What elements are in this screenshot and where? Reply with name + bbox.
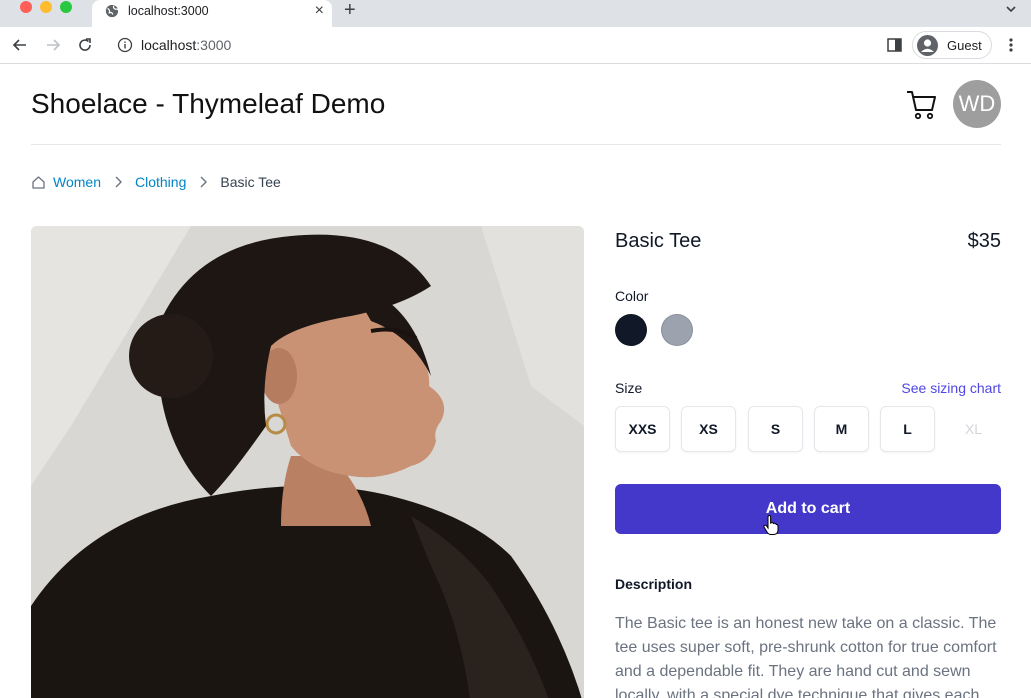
new-tab-button[interactable]: +: [344, 0, 356, 20]
chevron-down-icon[interactable]: [1005, 3, 1017, 15]
site-header: Shoelace - Thymeleaf Demo WD: [31, 64, 1001, 145]
browser-tab-strip: localhost:3000 × +: [0, 0, 1031, 27]
site-info-icon[interactable]: [117, 37, 133, 53]
cart-icon[interactable]: [905, 88, 938, 121]
forward-arrow-icon[interactable]: [44, 36, 62, 54]
url-host: localhost: [141, 37, 197, 53]
color-swatch-dark[interactable]: [615, 314, 647, 346]
breadcrumb: Women Clothing Basic Tee: [31, 172, 281, 192]
back-arrow-icon[interactable]: [11, 36, 29, 54]
color-swatch-gray[interactable]: [661, 314, 693, 346]
reload-icon[interactable]: [76, 36, 94, 54]
product-image: [31, 226, 584, 698]
description-label: Description: [615, 576, 693, 592]
user-avatar[interactable]: WD: [953, 80, 1001, 128]
size-option-l[interactable]: L: [880, 406, 935, 452]
window-close-button[interactable]: [20, 1, 32, 13]
size-option-xl: XL: [946, 406, 1001, 452]
home-icon[interactable]: [31, 175, 46, 190]
size-option-s[interactable]: S: [748, 406, 803, 452]
chevron-right-icon: [200, 176, 208, 188]
globe-icon: [105, 4, 119, 18]
profile-avatar-icon: [917, 35, 938, 56]
color-label: Color: [615, 288, 649, 304]
tab-title: localhost:3000: [128, 4, 209, 18]
window-maximize-button[interactable]: [60, 1, 72, 13]
profile-name: Guest: [947, 38, 982, 53]
size-option-xs[interactable]: XS: [681, 406, 736, 452]
product-name: Basic Tee: [615, 230, 702, 252]
size-option-xxs[interactable]: XXS: [615, 406, 670, 452]
address-bar[interactable]: localhost:3000: [141, 37, 231, 53]
size-label: Size: [615, 380, 643, 396]
tab-close-icon[interactable]: ×: [315, 2, 324, 20]
profile-button[interactable]: Guest: [912, 31, 992, 59]
breadcrumb-current: Basic Tee: [220, 174, 281, 190]
side-panel-icon[interactable]: [887, 38, 902, 52]
add-to-cart-button[interactable]: Add to cart: [615, 484, 1001, 534]
site-title: Shoelace - Thymeleaf Demo: [31, 88, 386, 119]
size-chart-link[interactable]: See sizing chart: [901, 380, 1001, 396]
url-port: :3000: [196, 37, 232, 53]
description-text: The Basic tee is an honest new take on a…: [615, 615, 997, 698]
product-price: $35: [967, 230, 1001, 252]
browser-toolbar: localhost:3000 Guest: [0, 27, 1031, 64]
size-option-m[interactable]: M: [814, 406, 869, 452]
chevron-right-icon: [115, 176, 122, 188]
hand-cursor-icon: [763, 515, 779, 535]
breadcrumb-women-link[interactable]: Women: [53, 174, 101, 190]
more-menu-icon[interactable]: [1006, 37, 1016, 53]
breadcrumb-clothing-link[interactable]: Clothing: [135, 174, 186, 190]
window-minimize-button[interactable]: [40, 1, 52, 13]
browser-tab[interactable]: localhost:3000 ×: [92, 0, 332, 27]
